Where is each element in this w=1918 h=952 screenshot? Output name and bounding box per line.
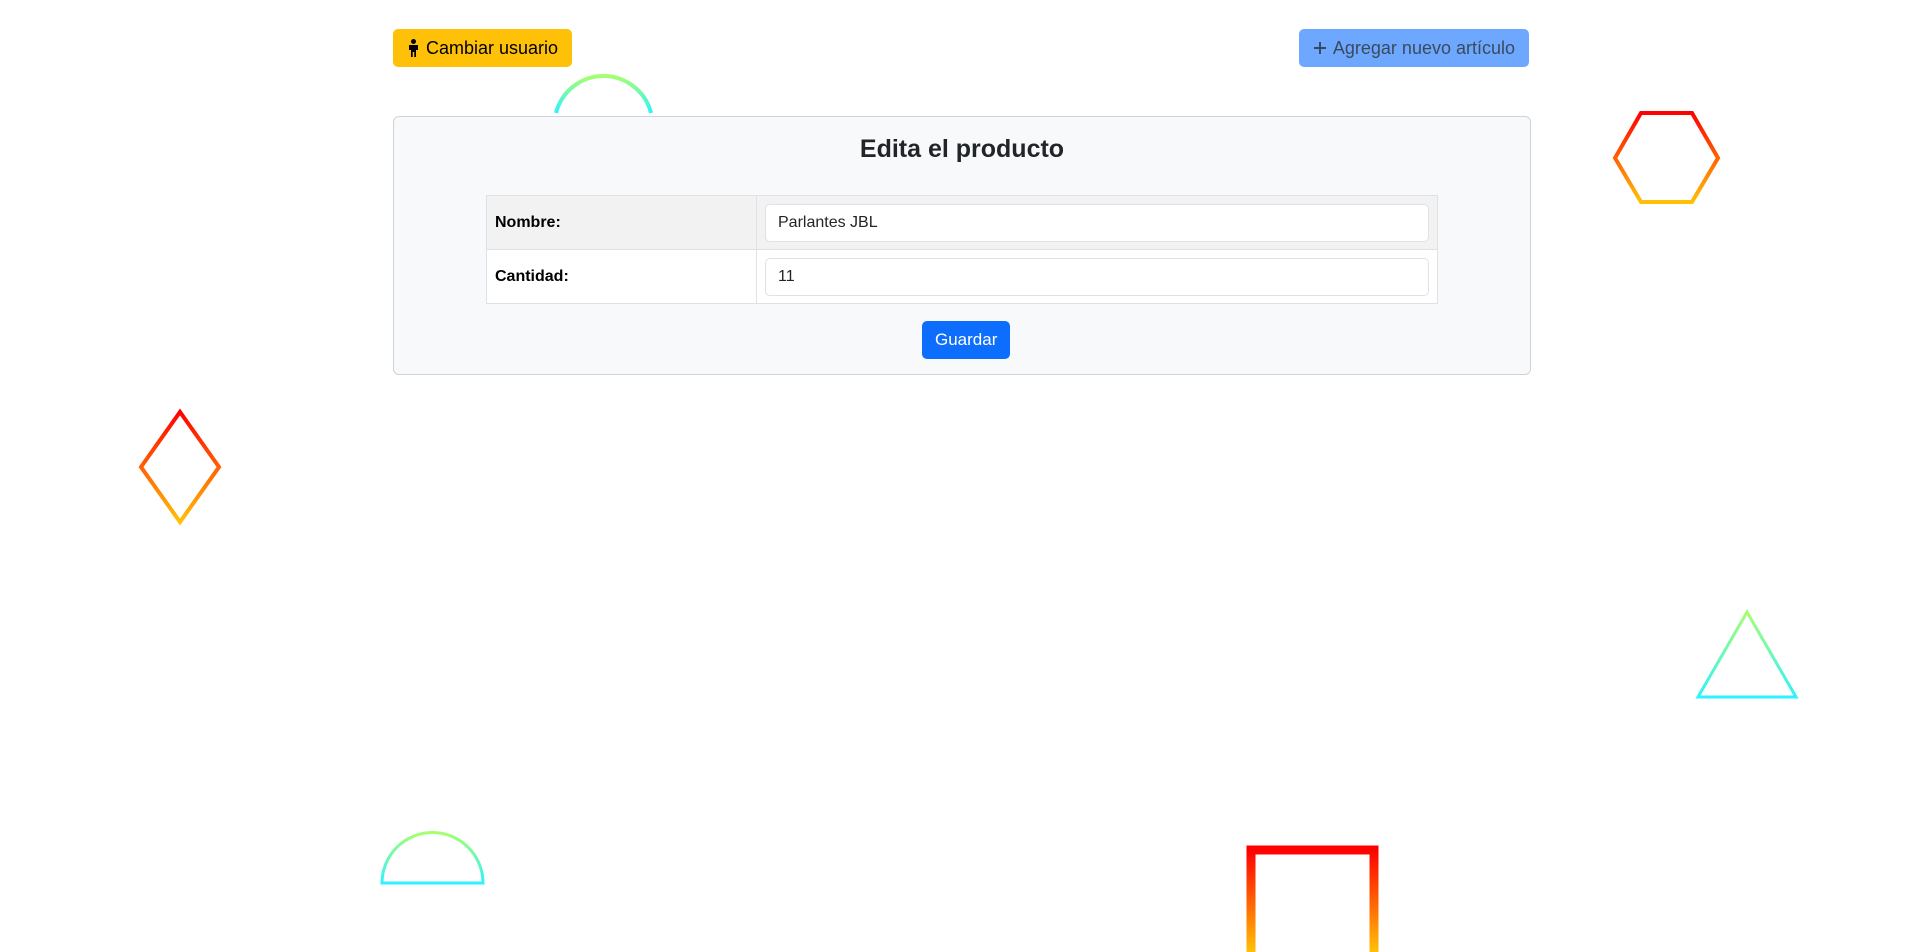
rectangle-shape	[1246, 845, 1379, 952]
edit-product-card: Edita el producto Nombre: Cantidad: Guar…	[393, 116, 1531, 375]
semicircle-shape-bottom	[380, 831, 485, 885]
name-field[interactable]	[765, 203, 1429, 242]
diamond-shape	[138, 408, 222, 526]
semicircle-shape-top	[554, 74, 653, 114]
triangle-shape	[1695, 608, 1799, 699]
person-standing-icon	[409, 39, 418, 57]
product-form-table: Nombre: Cantidad:	[486, 195, 1438, 304]
save-button[interactable]: Guardar	[922, 321, 1011, 359]
name-label: Nombre:	[486, 195, 757, 250]
hexagon-shape	[1612, 111, 1721, 204]
table-row-quantity: Cantidad:	[486, 249, 1438, 304]
quantity-label: Cantidad:	[486, 249, 757, 304]
add-item-button[interactable]: Agregar nuevo artículo	[1298, 29, 1529, 67]
card-title: Edita el producto	[859, 135, 1065, 163]
plus-icon	[1313, 42, 1326, 54]
name-input-cell	[756, 195, 1438, 250]
change-user-label: Cambiar usuario	[426, 38, 559, 58]
table-row-name: Nombre:	[486, 195, 1438, 250]
change-user-button[interactable]: Cambiar usuario	[393, 29, 573, 67]
page: Cambiar usuario Agregar nuevo artículo E…	[0, 0, 1918, 952]
quantity-field[interactable]	[765, 257, 1429, 296]
add-item-label: Agregar nuevo artículo	[1332, 38, 1515, 58]
quantity-input-cell	[756, 249, 1438, 304]
